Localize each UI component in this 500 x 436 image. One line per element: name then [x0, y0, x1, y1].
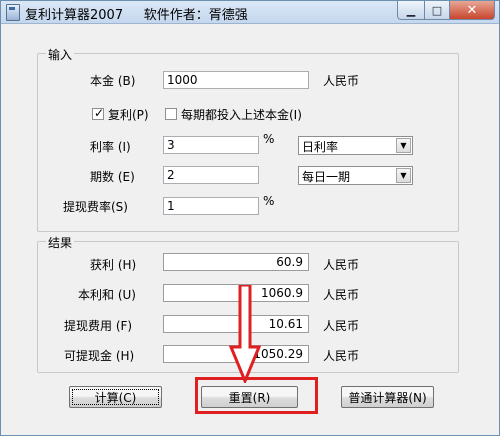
deposit-each-period-checkbox[interactable] [165, 108, 177, 120]
normal-calculator-button[interactable]: 普通计算器(N) [341, 386, 434, 408]
close-icon: ✕ [466, 2, 478, 18]
maximize-icon: □ [431, 3, 443, 17]
rate-unit: % [263, 132, 275, 146]
periods-label: 期数 (E) [90, 170, 135, 184]
rate-type-value: 日利率 [302, 140, 339, 154]
caption-buttons: ▁ □ ✕ [397, 1, 495, 20]
calculate-button[interactable]: 计算(C) [69, 386, 162, 408]
calculator-icon [6, 4, 20, 21]
minimize-button[interactable]: ▁ [397, 1, 425, 20]
result-group-label: 结果 [46, 234, 75, 251]
rate-type-select[interactable]: 日利率 ▼ [298, 136, 413, 155]
period-type-value: 每日一期 [302, 170, 351, 184]
close-button[interactable]: ✕ [450, 1, 495, 20]
red-arrow-icon [229, 285, 261, 383]
period-type-select[interactable]: 每日一期 ▼ [298, 166, 413, 185]
fee-rate-input[interactable]: 1 [163, 197, 259, 215]
principal-unit: 人民币 [323, 74, 360, 88]
principal-label: 本金 (B) [90, 74, 136, 88]
fee-rate-label: 提现费率(S) [63, 200, 128, 214]
minimize-icon: ▁ [406, 3, 416, 17]
main-window: 复利计算器2007 软件作者：胥德强 ▁ □ ✕ 输入 本金 (B) 1000 … [0, 0, 500, 436]
title-bar[interactable]: 复利计算器2007 软件作者：胥德强 ▁ □ ✕ [1, 1, 499, 24]
profit-output: 60.9 [163, 253, 309, 271]
input-group-label: 输入 [46, 46, 75, 63]
profit-label: 获利 (H) [90, 258, 137, 272]
principal-input[interactable]: 1000 [163, 71, 309, 89]
window-title: 复利计算器2007 软件作者：胥德强 [25, 8, 248, 23]
compound-label[interactable]: 复利(P) [108, 106, 149, 123]
chevron-down-icon[interactable]: ▼ [396, 168, 411, 183]
withdraw-unit: 人民币 [323, 349, 360, 363]
total-label: 本利和 (U) [78, 288, 136, 302]
rate-label: 利率 (I) [90, 140, 131, 154]
compound-checkbox[interactable]: ✓ [92, 106, 105, 120]
periods-input[interactable]: 2 [163, 166, 259, 184]
fee-label: 提现费用 (F) [64, 319, 133, 333]
profit-unit: 人民币 [323, 258, 360, 272]
fee-rate-unit: % [263, 194, 275, 208]
fee-unit: 人民币 [323, 319, 360, 333]
maximize-button[interactable]: □ [425, 1, 450, 20]
checkmark-icon: ✓ [94, 106, 105, 120]
withdraw-label: 可提现金 (H) [64, 349, 135, 363]
total-unit: 人民币 [323, 288, 360, 302]
rate-input[interactable]: 3 [163, 136, 259, 154]
deposit-each-period-label[interactable]: 每期都投入上述本金(I) [181, 106, 302, 123]
chevron-down-icon[interactable]: ▼ [396, 138, 411, 153]
